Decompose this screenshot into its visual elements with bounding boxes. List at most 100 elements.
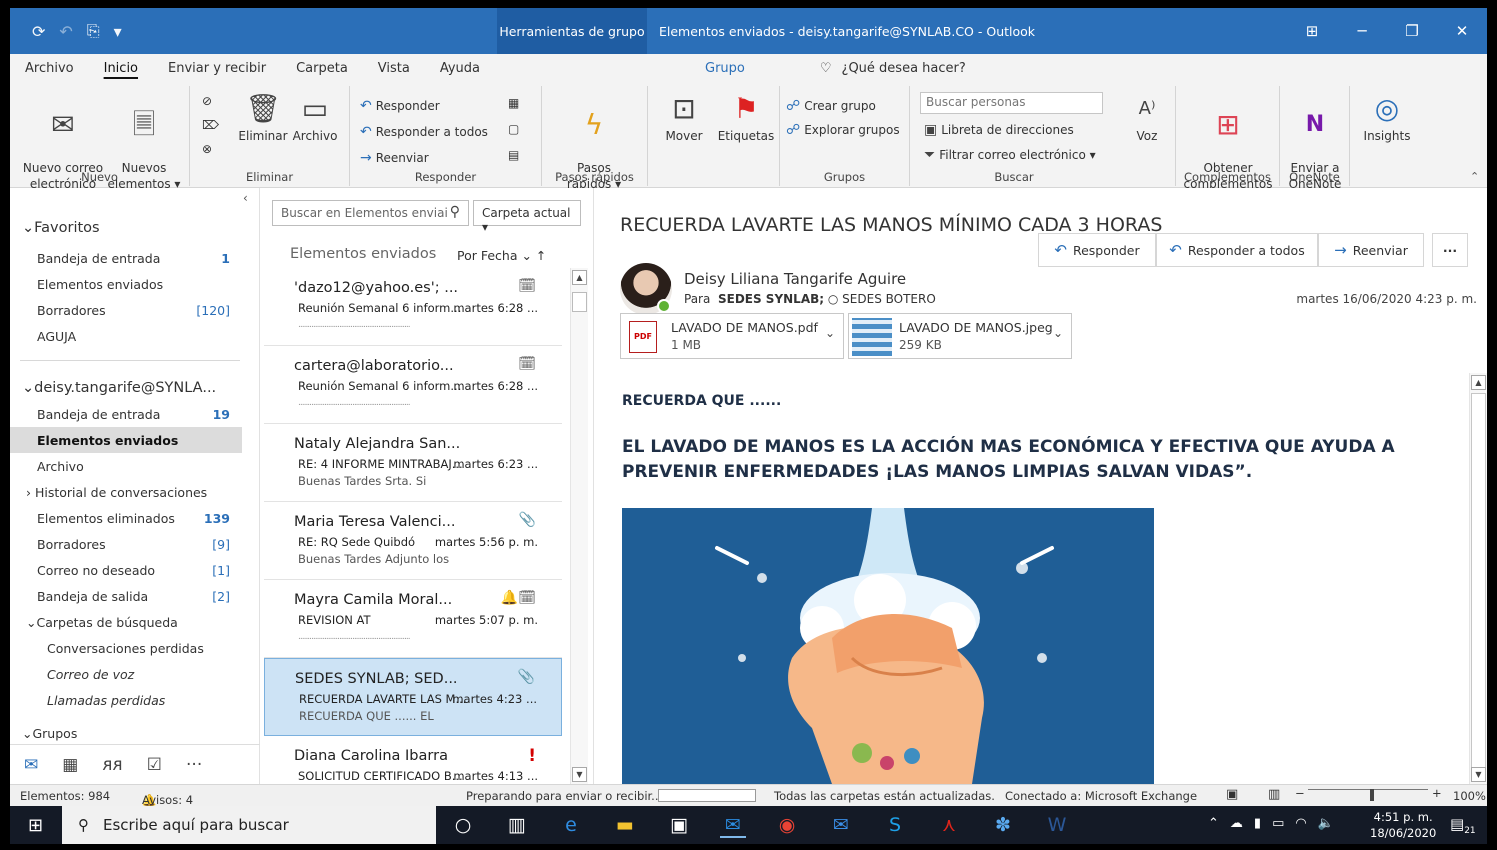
word-icon[interactable]: W <box>1044 812 1070 838</box>
more-actions-button[interactable]: ··· <box>1432 233 1468 267</box>
insights-button[interactable]: ◎ Insights <box>1356 90 1418 144</box>
acct-drafts[interactable]: Borradores [9] <box>10 531 242 557</box>
acct-missed-calls[interactable]: Llamadas perdidas <box>10 687 242 713</box>
tab-grupo[interactable]: Grupo <box>690 61 760 76</box>
attachment-pdf[interactable]: PDF LAVADO DE MANOS.pdf 1 MB ⌄ <box>620 313 844 359</box>
account-header[interactable]: ⌄deisy.tangarife@SYNLA... <box>10 375 242 401</box>
acct-lost-conversations[interactable]: Conversaciones perdidas <box>10 635 242 661</box>
fav-sent[interactable]: Elementos enviados <box>10 271 242 297</box>
task-view-icon[interactable]: ▥ <box>504 812 530 838</box>
clock[interactable]: 4:51 p. m. 18/06/2020 <box>1370 809 1436 841</box>
sync-icon[interactable]: ⟳ <box>32 22 45 41</box>
zoom-out-icon[interactable]: − <box>1295 786 1305 800</box>
forward-button[interactable]: → Reenviar <box>1318 233 1424 267</box>
scroll-up-icon[interactable]: ▲ <box>572 270 587 285</box>
chevron-down-icon[interactable]: ⌄ <box>825 326 835 340</box>
sender-name[interactable]: Deisy Liliana Tangarife Aguire <box>684 270 906 288</box>
cleanup-icon[interactable]: ⌦ <box>202 118 219 132</box>
zoom-level[interactable]: 100% <box>1453 789 1486 803</box>
fav-aguja[interactable]: AGUJA <box>10 323 242 349</box>
acct-outbox[interactable]: Bandeja de salida [2] <box>10 583 242 609</box>
outlook-icon[interactable]: ✉ <box>720 812 746 838</box>
acct-junk[interactable]: Correo no deseado [1] <box>10 557 242 583</box>
groups-header[interactable]: ⌄Grupos <box>10 725 242 741</box>
scroll-down-icon[interactable]: ▼ <box>1471 767 1486 782</box>
scroll-thumb[interactable] <box>572 292 587 312</box>
chevron-up-icon[interactable]: ⌃ <box>1208 816 1219 831</box>
notifications-icon[interactable]: ▤21 <box>1450 815 1476 836</box>
zoom-in-icon[interactable]: + <box>1432 786 1442 800</box>
wifi-icon[interactable]: ◠ <box>1295 816 1306 831</box>
minimize-button[interactable]: ─ <box>1337 22 1387 40</box>
search-icon[interactable]: ⚲ <box>450 204 460 220</box>
reply-all-button[interactable]: ↶ Responder a todos <box>360 124 488 140</box>
acct-deleted[interactable]: Elementos eliminados 139 <box>10 505 242 531</box>
message-row[interactable]: Maria Teresa Valenci... 📎 RE: RQ Sede Qu… <box>264 502 562 580</box>
reply-button[interactable]: ↶ Responder <box>360 98 440 114</box>
sort-button[interactable]: Por Fecha ⌄ ↑ <box>457 248 546 263</box>
acct-history[interactable]: › Historial de conversaciones <box>10 479 242 505</box>
acct-sent[interactable]: Elementos enviados <box>10 427 242 453</box>
skype-icon[interactable]: S <box>882 812 908 838</box>
reading-pane-scrollbar[interactable]: ▲ ▼ <box>1469 373 1487 784</box>
chevron-down-icon[interactable]: ⌄ <box>1053 326 1063 340</box>
usb-icon[interactable]: ▮ <box>1254 816 1261 831</box>
tags-button[interactable]: ⚑ Etiquetas <box>714 90 778 144</box>
message-row[interactable]: cartera@laboratorio... 🗓 Reunión Semanal… <box>264 346 562 424</box>
onedrive-icon[interactable]: ☁ <box>1230 816 1243 831</box>
more-respond-icon[interactable]: ▤ <box>508 148 519 162</box>
tab-inicio[interactable]: Inicio <box>89 61 153 76</box>
message-row[interactable]: Diana Carolina Ibarra ! SOLICITUD CERTIF… <box>264 736 562 784</box>
people-icon[interactable]: ᴙᴙ <box>102 755 122 775</box>
chrome-icon[interactable]: ◉ <box>774 812 800 838</box>
search-people-input[interactable]: Buscar personas <box>920 92 1103 114</box>
tasks-icon[interactable]: ☑ <box>147 755 162 775</box>
collapse-ribbon-icon[interactable]: ⌃ <box>1470 170 1479 183</box>
scroll-thumb[interactable] <box>1471 393 1486 768</box>
create-group-button[interactable]: ☍ Crear grupo <box>786 98 876 114</box>
attachment-jpeg[interactable]: LAVADO DE MANOS.jpeg 259 KB ⌄ <box>848 313 1072 359</box>
tab-carpeta[interactable]: Carpeta <box>281 61 363 76</box>
collapse-pane-icon[interactable]: ‹ <box>243 191 248 205</box>
message-row[interactable]: 'dazo12@yahoo.es'; ... 🗓 Reunión Semanal… <box>264 268 562 346</box>
favorites-header[interactable]: ⌄Favoritos <box>10 215 242 241</box>
forward-button[interactable]: → Reenviar <box>360 150 429 166</box>
zoom-slider-thumb[interactable] <box>1370 789 1374 801</box>
acrobat-icon[interactable]: ⋏ <box>936 812 962 838</box>
reply-all-button[interactable]: ↶ Responder a todos <box>1156 233 1318 267</box>
scroll-down-icon[interactable]: ▼ <box>572 767 587 782</box>
message-row[interactable]: Mayra Camila Moral... 🔔🗓 REVISION AT mar… <box>264 580 562 658</box>
edge-icon[interactable]: e <box>558 812 584 838</box>
undo-icon[interactable]: ↶ <box>59 22 72 41</box>
taskbar-search[interactable]: ⚲ Escribe aquí para buscar <box>62 806 436 844</box>
move-button[interactable]: ⊡ Mover <box>654 90 714 144</box>
message-row-selected[interactable]: SEDES SYNLAB; SED... 📎 RECUERDA LAVARTE … <box>264 658 562 736</box>
ignore-icon[interactable]: ⊘ <box>202 94 212 108</box>
junk-icon[interactable]: ⊗ <box>202 142 212 156</box>
tell-me-box[interactable]: ♡ ¿Qué desea hacer? <box>820 61 966 76</box>
meeting-icon[interactable]: ▦ <box>508 96 519 110</box>
more-icon[interactable]: ··· <box>186 755 202 775</box>
mail-app-icon[interactable]: ✉ <box>828 812 854 838</box>
fav-inbox[interactable]: Bandeja de entrada 1 <box>10 245 242 271</box>
message-row[interactable]: Nataly Alejandra San... RE: 4 INFORME MI… <box>264 424 562 502</box>
fav-drafts[interactable]: Borradores [120] <box>10 297 242 323</box>
store-icon[interactable]: ▣ <box>666 812 692 838</box>
browse-groups-button[interactable]: ☍ Explorar grupos <box>786 122 900 138</box>
search-mail-input[interactable]: Buscar en Elementos enviai ⚲ <box>272 200 469 226</box>
filter-email-button[interactable]: ⏷ Filtrar correo electrónico ▾ <box>924 147 1096 163</box>
battery-icon[interactable]: ▭ <box>1272 816 1284 831</box>
scroll-up-icon[interactable]: ▲ <box>1471 375 1486 390</box>
acct-inbox[interactable]: Bandeja de entrada 19 <box>10 401 242 427</box>
customize-qat-icon[interactable]: ▾ <box>114 22 122 41</box>
touch-mode-icon[interactable]: ⎘ <box>87 21 100 41</box>
tab-ayuda[interactable]: Ayuda <box>425 61 495 76</box>
file-explorer-icon[interactable]: ▬ <box>612 812 638 838</box>
search-scope-dropdown[interactable]: Carpeta actual ▾ <box>473 200 581 234</box>
im-icon[interactable]: ▢ <box>508 122 519 136</box>
normal-view-icon[interactable]: ▣ <box>1226 787 1238 802</box>
acct-search-folders[interactable]: ⌄Carpetas de búsqueda <box>10 609 242 635</box>
reading-view-icon[interactable]: ▥ <box>1268 787 1280 802</box>
delete-button[interactable]: 🗑 Eliminar <box>236 90 290 144</box>
address-book-button[interactable]: ▣ Libreta de direcciones <box>924 122 1074 138</box>
